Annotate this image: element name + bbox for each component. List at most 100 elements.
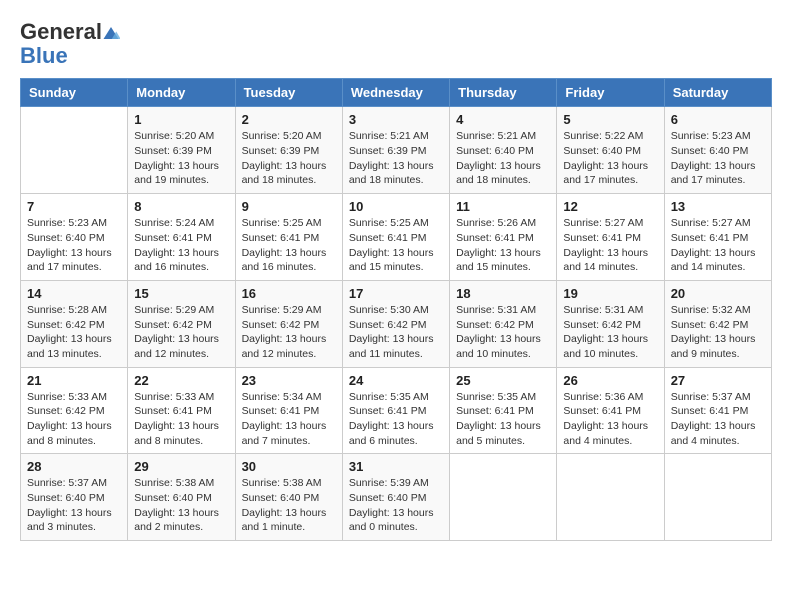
day-info: Sunrise: 5:31 AMSunset: 6:42 PMDaylight:…: [456, 303, 550, 362]
day-cell: 9Sunrise: 5:25 AMSunset: 6:41 PMDaylight…: [235, 194, 342, 281]
day-number: 27: [671, 373, 765, 388]
day-info: Sunrise: 5:33 AMSunset: 6:42 PMDaylight:…: [27, 390, 121, 449]
weekday-header-wednesday: Wednesday: [342, 79, 449, 107]
day-info: Sunrise: 5:36 AMSunset: 6:41 PMDaylight:…: [563, 390, 657, 449]
day-cell: 10Sunrise: 5:25 AMSunset: 6:41 PMDayligh…: [342, 194, 449, 281]
day-number: 14: [27, 286, 121, 301]
day-cell: 15 Sunrise: 5:29 AMSunset: 6:42 PMDayligh…: [128, 280, 235, 367]
week-row-2: 7 Sunrise: 5:23 AMSunset: 6:40 PMDaylight…: [21, 194, 772, 281]
logo-icon: [102, 24, 120, 42]
day-cell: 11 Sunrise: 5:26 AMSunset: 6:41 PMDayligh…: [450, 194, 557, 281]
day-cell: [557, 454, 664, 541]
day-number: 11: [456, 199, 550, 214]
day-info: Sunrise: 5:31 AMSunset: 6:42 PMDaylight:…: [563, 303, 657, 362]
day-cell: 20 Sunrise: 5:32 AMSunset: 6:42 PMDayligh…: [664, 280, 771, 367]
day-number: 31: [349, 459, 443, 474]
day-cell: 19Sunrise: 5:31 AMSunset: 6:42 PMDayligh…: [557, 280, 664, 367]
day-number: 7: [27, 199, 121, 214]
day-cell: 3Sunrise: 5:21 AMSunset: 6:39 PMDaylight…: [342, 107, 449, 194]
day-info: Sunrise: 5:28 AMSunset: 6:42 PMDaylight:…: [27, 303, 121, 362]
day-info: Sunrise: 5:29 AMSunset: 6:42 PMDaylight:…: [134, 303, 228, 362]
day-number: 15: [134, 286, 228, 301]
weekday-header-thursday: Thursday: [450, 79, 557, 107]
day-number: 21: [27, 373, 121, 388]
day-cell: 13 Sunrise: 5:27 AMSunset: 6:41 PMDayligh…: [664, 194, 771, 281]
day-number: 20: [671, 286, 765, 301]
day-cell: 21 Sunrise: 5:33 AMSunset: 6:42 PMDayligh…: [21, 367, 128, 454]
day-info: Sunrise: 5:38 AMSunset: 6:40 PMDaylight:…: [134, 476, 228, 535]
day-cell: 4 Sunrise: 5:21 AMSunset: 6:40 PMDaylight…: [450, 107, 557, 194]
page-header: General Blue: [20, 20, 772, 68]
day-number: 18: [456, 286, 550, 301]
day-cell: 29Sunrise: 5:38 AMSunset: 6:40 PMDayligh…: [128, 454, 235, 541]
day-number: 28: [27, 459, 121, 474]
day-info: Sunrise: 5:37 AMSunset: 6:41 PMDaylight:…: [671, 390, 765, 449]
week-row-1: 1Sunrise: 5:20 AMSunset: 6:39 PMDaylight…: [21, 107, 772, 194]
day-number: 6: [671, 112, 765, 127]
day-number: 5: [563, 112, 657, 127]
day-info: Sunrise: 5:26 AMSunset: 6:41 PMDaylight:…: [456, 216, 550, 275]
day-cell: 31 Sunrise: 5:39 AMSunset: 6:40 PMDayligh…: [342, 454, 449, 541]
week-row-3: 14 Sunrise: 5:28 AMSunset: 6:42 PMDayligh…: [21, 280, 772, 367]
day-info: Sunrise: 5:21 AMSunset: 6:40 PMDaylight:…: [456, 129, 550, 188]
day-info: Sunrise: 5:37 AMSunset: 6:40 PMDaylight:…: [27, 476, 121, 535]
day-info: Sunrise: 5:23 AMSunset: 6:40 PMDaylight:…: [671, 129, 765, 188]
day-cell: 8Sunrise: 5:24 AMSunset: 6:41 PMDaylight…: [128, 194, 235, 281]
day-cell: [450, 454, 557, 541]
day-cell: 7 Sunrise: 5:23 AMSunset: 6:40 PMDaylight…: [21, 194, 128, 281]
day-number: 10: [349, 199, 443, 214]
day-cell: 23 Sunrise: 5:34 AMSunset: 6:41 PMDayligh…: [235, 367, 342, 454]
day-info: Sunrise: 5:23 AMSunset: 6:40 PMDaylight:…: [27, 216, 121, 275]
day-cell: 12Sunrise: 5:27 AMSunset: 6:41 PMDayligh…: [557, 194, 664, 281]
weekday-header-saturday: Saturday: [664, 79, 771, 107]
day-info: Sunrise: 5:30 AMSunset: 6:42 PMDaylight:…: [349, 303, 443, 362]
day-cell: 26Sunrise: 5:36 AMSunset: 6:41 PMDayligh…: [557, 367, 664, 454]
weekday-header-row: SundayMondayTuesdayWednesdayThursdayFrid…: [21, 79, 772, 107]
day-cell: 18 Sunrise: 5:31 AMSunset: 6:42 PMDayligh…: [450, 280, 557, 367]
day-info: Sunrise: 5:24 AMSunset: 6:41 PMDaylight:…: [134, 216, 228, 275]
day-info: Sunrise: 5:35 AMSunset: 6:41 PMDaylight:…: [349, 390, 443, 449]
day-cell: 17 Sunrise: 5:30 AMSunset: 6:42 PMDayligh…: [342, 280, 449, 367]
day-info: Sunrise: 5:21 AMSunset: 6:39 PMDaylight:…: [349, 129, 443, 188]
day-info: Sunrise: 5:20 AMSunset: 6:39 PMDaylight:…: [134, 129, 228, 188]
day-number: 16: [242, 286, 336, 301]
day-cell: 24 Sunrise: 5:35 AMSunset: 6:41 PMDayligh…: [342, 367, 449, 454]
day-number: 9: [242, 199, 336, 214]
day-cell: 28 Sunrise: 5:37 AMSunset: 6:40 PMDayligh…: [21, 454, 128, 541]
day-cell: 1Sunrise: 5:20 AMSunset: 6:39 PMDaylight…: [128, 107, 235, 194]
day-info: Sunrise: 5:33 AMSunset: 6:41 PMDaylight:…: [134, 390, 228, 449]
day-cell: 16 Sunrise: 5:29 AMSunset: 6:42 PMDayligh…: [235, 280, 342, 367]
day-info: Sunrise: 5:34 AMSunset: 6:41 PMDaylight:…: [242, 390, 336, 449]
day-info: Sunrise: 5:39 AMSunset: 6:40 PMDaylight:…: [349, 476, 443, 535]
day-number: 12: [563, 199, 657, 214]
logo-text: General Blue: [20, 20, 120, 68]
day-number: 13: [671, 199, 765, 214]
calendar-table: SundayMondayTuesdayWednesdayThursdayFrid…: [20, 78, 772, 541]
day-number: 24: [349, 373, 443, 388]
week-row-4: 21 Sunrise: 5:33 AMSunset: 6:42 PMDayligh…: [21, 367, 772, 454]
day-info: Sunrise: 5:20 AMSunset: 6:39 PMDaylight:…: [242, 129, 336, 188]
day-cell: 25Sunrise: 5:35 AMSunset: 6:41 PMDayligh…: [450, 367, 557, 454]
weekday-header-tuesday: Tuesday: [235, 79, 342, 107]
weekday-header-sunday: Sunday: [21, 79, 128, 107]
logo-container: General Blue: [20, 20, 120, 68]
day-cell: [664, 454, 771, 541]
day-number: 4: [456, 112, 550, 127]
day-cell: 5 Sunrise: 5:22 AMSunset: 6:40 PMDaylight…: [557, 107, 664, 194]
day-info: Sunrise: 5:27 AMSunset: 6:41 PMDaylight:…: [671, 216, 765, 275]
day-cell: 6 Sunrise: 5:23 AMSunset: 6:40 PMDaylight…: [664, 107, 771, 194]
day-info: Sunrise: 5:35 AMSunset: 6:41 PMDaylight:…: [456, 390, 550, 449]
day-cell: 14 Sunrise: 5:28 AMSunset: 6:42 PMDayligh…: [21, 280, 128, 367]
week-row-5: 28 Sunrise: 5:37 AMSunset: 6:40 PMDayligh…: [21, 454, 772, 541]
day-info: Sunrise: 5:32 AMSunset: 6:42 PMDaylight:…: [671, 303, 765, 362]
day-number: 17: [349, 286, 443, 301]
day-cell: [21, 107, 128, 194]
day-number: 23: [242, 373, 336, 388]
day-cell: 27 Sunrise: 5:37 AMSunset: 6:41 PMDayligh…: [664, 367, 771, 454]
weekday-header-friday: Friday: [557, 79, 664, 107]
day-cell: 30Sunrise: 5:38 AMSunset: 6:40 PMDayligh…: [235, 454, 342, 541]
day-info: Sunrise: 5:29 AMSunset: 6:42 PMDaylight:…: [242, 303, 336, 362]
day-number: 30: [242, 459, 336, 474]
logo: General Blue: [20, 20, 120, 68]
day-info: Sunrise: 5:22 AMSunset: 6:40 PMDaylight:…: [563, 129, 657, 188]
